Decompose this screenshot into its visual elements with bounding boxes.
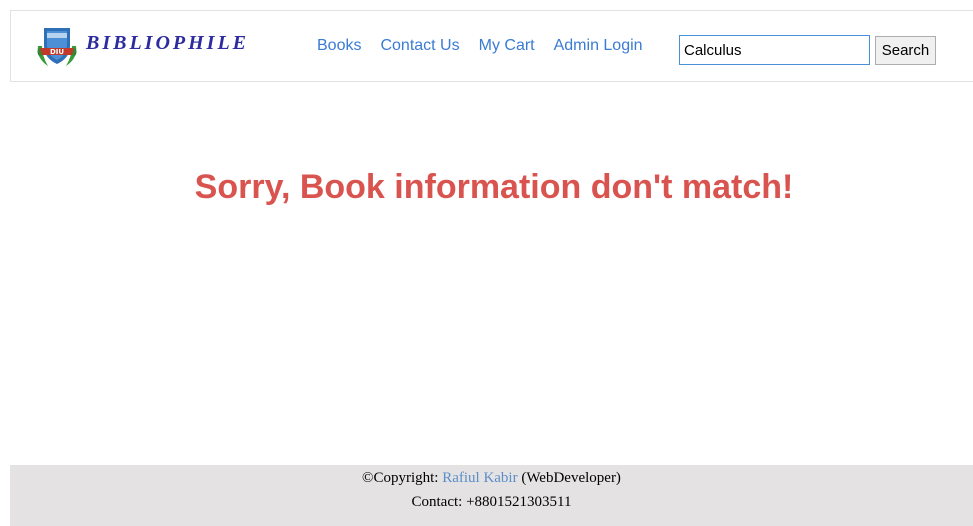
nav-admin-login-link[interactable]: Admin Login bbox=[554, 37, 643, 55]
nav-books-link[interactable]: Books bbox=[317, 37, 361, 55]
search-input[interactable] bbox=[679, 35, 870, 65]
brand-home-link[interactable]: DIU BIBLIOPHILE bbox=[34, 24, 249, 68]
footer-copyright: ©Copyright: Rafiul Kabir (WebDeveloper) bbox=[10, 470, 973, 487]
copyright-prefix: ©Copyright: bbox=[362, 470, 439, 486]
search-button[interactable]: Search bbox=[875, 36, 936, 65]
logo-text: DIU bbox=[50, 48, 64, 56]
nav-my-cart-link[interactable]: My Cart bbox=[479, 37, 535, 55]
author-link[interactable]: Rafiul Kabir bbox=[442, 470, 517, 486]
nav-menu: Books Contact Us My Cart Admin Login bbox=[317, 37, 662, 55]
nav-contact-us-link[interactable]: Contact Us bbox=[380, 37, 459, 55]
author-role: (WebDeveloper) bbox=[521, 470, 621, 486]
navbar: DIU BIBLIOPHILE Books Contact Us My Cart… bbox=[10, 10, 973, 82]
diu-logo-icon: DIU bbox=[37, 28, 77, 66]
brand-name[interactable]: BIBLIOPHILE bbox=[86, 32, 249, 55]
no-match-message: Sorry, Book information don't match! bbox=[194, 168, 794, 206]
footer-contact: Contact: +8801521303511 bbox=[411, 494, 572, 510]
footer: ©Copyright: Rafiul Kabir (WebDeveloper) … bbox=[10, 465, 973, 526]
